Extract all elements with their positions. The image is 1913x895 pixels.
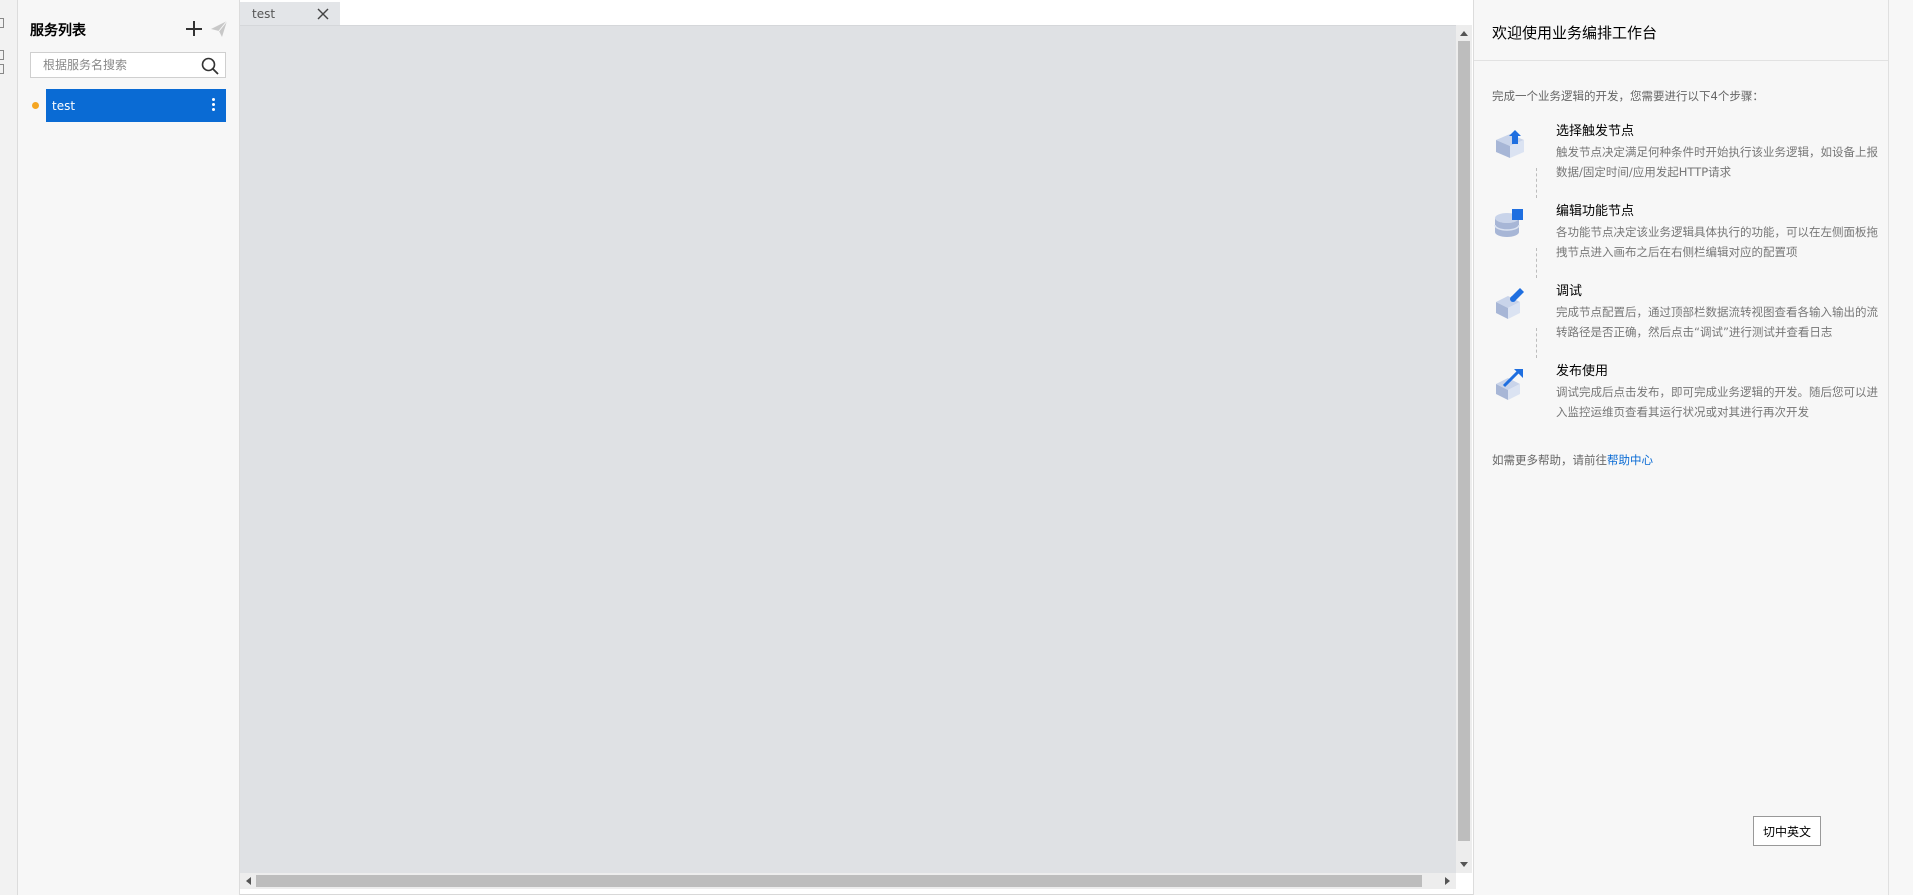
horizontal-scrollbar[interactable] bbox=[240, 873, 1456, 889]
switch-language-button[interactable]: 切中英文 bbox=[1753, 816, 1821, 846]
scroll-left-icon[interactable] bbox=[246, 877, 251, 885]
step-title: 调试 bbox=[1556, 284, 1583, 299]
step-connector bbox=[1536, 328, 1537, 358]
debug-icon bbox=[1496, 288, 1524, 319]
service-item-label: test bbox=[52, 99, 76, 113]
scroll-down-icon[interactable] bbox=[1460, 862, 1468, 867]
help-center-link[interactable]: 帮助中心 bbox=[1607, 453, 1653, 467]
search-icon[interactable] bbox=[201, 57, 219, 75]
add-service-icon[interactable] bbox=[184, 18, 204, 38]
vertical-scrollbar[interactable] bbox=[1456, 25, 1472, 873]
guide-panel: 欢迎使用业务编排工作台 完成一个业务逻辑的开发，您需要进行以下4个步骤： 选择触… bbox=[1473, 0, 1889, 895]
scroll-up-icon[interactable] bbox=[1460, 31, 1468, 36]
left-rail bbox=[0, 0, 18, 895]
more-options-icon[interactable] bbox=[210, 98, 216, 114]
step-connector bbox=[1536, 168, 1537, 198]
publish-icon bbox=[1496, 368, 1523, 400]
right-edge bbox=[1888, 0, 1913, 895]
rail-tab-icon[interactable] bbox=[0, 50, 4, 60]
rail-tab-icon[interactable] bbox=[0, 64, 4, 74]
publish-send-icon[interactable] bbox=[210, 20, 228, 38]
service-list-title: 服务列表 bbox=[30, 23, 86, 39]
trigger-node-icon bbox=[1496, 130, 1524, 158]
scrollbar-thumb[interactable] bbox=[256, 875, 1422, 887]
guide-intro: 完成一个业务逻辑的开发，您需要进行以下4个步骤： bbox=[1492, 89, 1764, 103]
tab-bar: test bbox=[240, 0, 1473, 25]
close-icon[interactable] bbox=[316, 7, 330, 21]
scrollbar-thumb[interactable] bbox=[1458, 41, 1470, 841]
service-search bbox=[30, 52, 226, 78]
divider bbox=[1474, 60, 1889, 61]
step-title: 编辑功能节点 bbox=[1556, 204, 1635, 219]
service-list-panel: 服务列表 test bbox=[18, 0, 240, 895]
tab-label: test bbox=[252, 7, 276, 21]
flow-canvas[interactable] bbox=[240, 25, 1458, 873]
scroll-right-icon[interactable] bbox=[1445, 877, 1450, 885]
search-input[interactable] bbox=[31, 53, 191, 77]
step-desc: 各功能节点决定该业务逻辑具体执行的功能，可以在左侧面板拖拽节点进入画布之后在右侧… bbox=[1556, 225, 1878, 259]
help-text: 如需更多帮助，请前往帮助中心 bbox=[1492, 452, 1653, 468]
function-node-icon bbox=[1494, 209, 1523, 237]
tab-test[interactable]: test bbox=[240, 2, 340, 25]
step-connector bbox=[1536, 248, 1537, 278]
guide-title: 欢迎使用业务编排工作台 bbox=[1492, 24, 1658, 42]
service-item-test[interactable]: test bbox=[46, 89, 226, 122]
step-title: 发布使用 bbox=[1556, 364, 1609, 379]
rail-tab-icon[interactable] bbox=[0, 18, 4, 28]
step-desc: 调试完成后点击发布，即可完成业务逻辑的开发。随后您可以进入监控运维页查看其运行状… bbox=[1556, 385, 1878, 419]
step-desc: 完成节点配置后，通过顶部栏数据流转视图查看各输入输出的流转路径是否正确，然后点击… bbox=[1556, 305, 1878, 339]
step-title: 选择触发节点 bbox=[1556, 124, 1635, 139]
step-desc: 触发节点决定满足何种条件时开始执行该业务逻辑，如设备上报数据/固定时间/应用发起… bbox=[1556, 145, 1878, 179]
status-dot bbox=[32, 102, 39, 109]
help-prefix: 如需更多帮助，请前往 bbox=[1492, 453, 1607, 467]
